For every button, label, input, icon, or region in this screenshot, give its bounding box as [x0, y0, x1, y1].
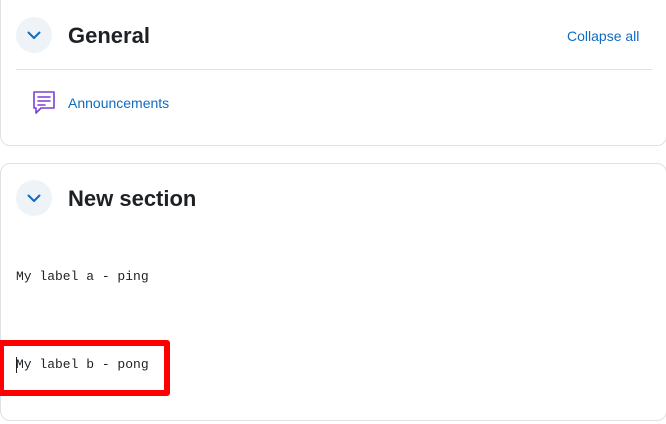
label-text: My label a - ping: [16, 269, 149, 284]
text-caret: [16, 357, 17, 373]
course-page: General Collapse all Announcements New s…: [0, 0, 666, 424]
forum-chat-icon: [33, 91, 55, 114]
section-title: New section: [68, 186, 197, 211]
chevron-down-icon: [27, 31, 41, 39]
chevron-down-icon: [27, 194, 41, 202]
section-divider: [16, 69, 652, 70]
label-text[interactable]: My label b - pong: [16, 357, 149, 372]
collapse-section-toggle[interactable]: [16, 180, 52, 216]
section-general: [0, 0, 666, 146]
section-title: General: [68, 23, 150, 48]
collapse-all-link[interactable]: Collapse all: [567, 28, 639, 44]
collapse-section-toggle[interactable]: [16, 17, 52, 53]
activity-link-announcements[interactable]: Announcements: [68, 95, 169, 111]
